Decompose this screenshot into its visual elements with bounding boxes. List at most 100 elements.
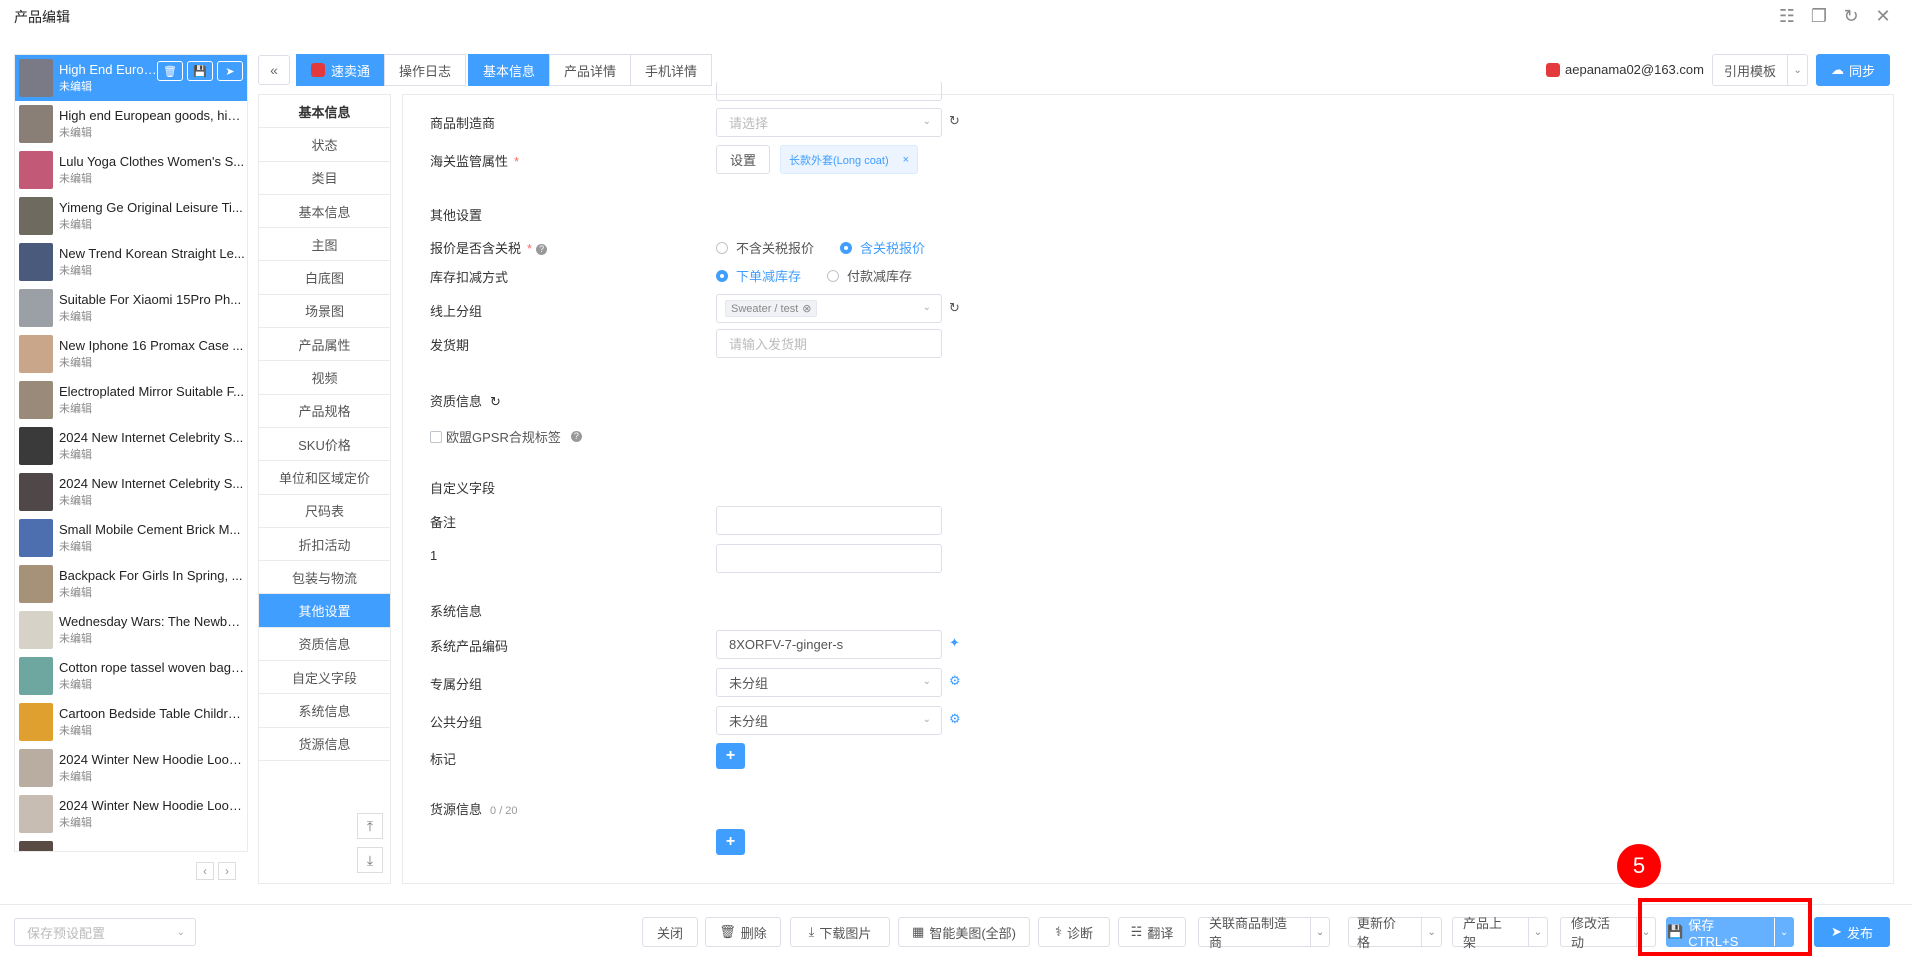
section-nav-item[interactable]: 基本信息 [259, 195, 390, 229]
close-button[interactable]: 关闭 [642, 917, 698, 947]
section-nav-item[interactable]: 自定义字段 [259, 661, 390, 695]
translate-button[interactable]: ☵ 翻译 [1118, 917, 1186, 947]
tab-product-detail[interactable]: 产品详情 [549, 54, 632, 86]
section-nav-item[interactable]: 白底图 [259, 261, 390, 295]
tab-mobile-detail[interactable]: 手机详情 [630, 54, 713, 86]
section-nav-item[interactable]: 尺码表 [259, 495, 390, 528]
add-mark-button[interactable]: + [716, 743, 745, 769]
section-nav-item[interactable]: 折扣活动 [259, 528, 390, 562]
private-group-select[interactable]: 未分组 ⌄ [716, 668, 942, 697]
send-icon[interactable]: ➤ [217, 61, 243, 81]
custom-one-input[interactable] [716, 544, 942, 573]
publish-button[interactable]: ➤ 发布 [1814, 917, 1890, 947]
gpsr-checkbox[interactable]: 欧盟GPSR合规标签? [430, 427, 582, 446]
product-list-item[interactable]: Yimeng Ge Original Leisure Ti... 未编辑 [15, 193, 247, 239]
product-list-item[interactable]: Lulu Yoga Clothes Women's S... 未编辑 [15, 147, 247, 193]
download-images-button[interactable]: ⤓ 下载图片 [790, 917, 890, 947]
template-dropdown[interactable]: 引用模板 ⌄ [1712, 54, 1808, 86]
customs-settings-button[interactable]: 设置 [716, 145, 770, 174]
update-price-button[interactable]: 更新价格 ⌄ [1348, 916, 1442, 950]
save-icon[interactable]: 💾 [187, 61, 213, 81]
section-nav-item[interactable]: 状态 [259, 128, 390, 162]
scroll-top-icon[interactable]: ⤒ [357, 813, 383, 839]
trash-icon[interactable]: 🗑 [157, 61, 183, 81]
manufacturer-refresh-icon[interactable]: ↻ [949, 113, 960, 129]
tab-sumaitong[interactable]: 速卖通 [296, 54, 386, 86]
section-nav-item[interactable]: 场景图 [259, 295, 390, 329]
section-nav-item[interactable]: 其他设置 [259, 594, 390, 628]
group-refresh-icon[interactable]: ↻ [949, 300, 960, 316]
product-list-item[interactable]: Wednesday Wars: The Newbe... 未编辑 [15, 607, 247, 653]
scroll-bottom-icon[interactable]: ⤓ [357, 847, 383, 873]
product-listing-button[interactable]: 产品上架 ⌄ [1452, 916, 1548, 950]
help-icon[interactable]: ? [570, 431, 582, 442]
link-manufacturer-button[interactable]: 关联商品制造商 ⌄ [1198, 916, 1330, 950]
product-list-item[interactable]: New Shiny Butterfly Necklace ... [15, 837, 247, 851]
restore-icon[interactable]: ☷ [1776, 5, 1798, 27]
section-nav-item[interactable]: 主图 [259, 228, 390, 262]
add-source-button[interactable]: + [716, 829, 745, 855]
section-nav-item[interactable]: 包装与物流 [259, 561, 390, 595]
maximize-icon[interactable]: ❐ [1808, 5, 1830, 27]
product-code-input[interactable]: 8XORFV-7-ginger-s [716, 630, 942, 659]
product-list-item[interactable]: 2024 New Internet Celebrity S... 未编辑 [15, 423, 247, 469]
manufacturer-select[interactable]: 请选择 ⌄ [716, 108, 942, 137]
chevron-down-icon[interactable]: ⌄ [1421, 918, 1441, 946]
section-nav-item[interactable]: 视频 [259, 361, 390, 395]
product-list-item[interactable]: 2024 Winter New Hoodie Loos... 未编辑 [15, 745, 247, 791]
product-list-item[interactable]: High end European goods, hig... 未编辑 [15, 101, 247, 147]
image-icon: ▦ [912, 924, 925, 939]
refresh-icon[interactable]: ↻ [1840, 5, 1862, 27]
close-icon[interactable]: × [903, 154, 909, 166]
public-group-select[interactable]: 未分组 ⌄ [716, 706, 942, 735]
section-nav-item[interactable]: 货源信息 [259, 728, 390, 761]
product-list-item[interactable]: Suitable For Xiaomi 15Pro Ph... 未编辑 [15, 285, 247, 331]
preset-config-select[interactable]: 保存预设配置 ⌄ [14, 918, 196, 946]
product-list-item[interactable]: Cotton rope tassel woven bag,... 未编辑 [15, 653, 247, 699]
delete-button[interactable]: 🗑 删除 [705, 917, 781, 947]
section-nav-item[interactable]: 单位和区域定价 [259, 461, 390, 495]
product-list-item[interactable]: Cartoon Bedside Table Childre... 未编辑 [15, 699, 247, 745]
product-list-item[interactable]: 2024 Winter New Hoodie Loos... 未编辑 [15, 791, 247, 837]
section-nav-item[interactable]: 资质信息 [259, 628, 390, 662]
product-thumbnail [19, 381, 53, 419]
product-status: 未编辑 [59, 265, 92, 277]
remark-input[interactable] [716, 506, 942, 535]
stock-radio-payment[interactable]: 付款减库存 [827, 266, 912, 285]
tax-radio-include[interactable]: 含关税报价 [840, 238, 925, 257]
product-list-item[interactable]: Small Mobile Cement Brick M... 未编辑 [15, 515, 247, 561]
chevron-down-icon[interactable]: ⌄ [1527, 918, 1547, 946]
section-nav-item[interactable]: 类目 [259, 162, 390, 195]
section-nav-item[interactable]: 产品规格 [259, 395, 390, 428]
section-nav-item[interactable]: 产品属性 [259, 328, 390, 362]
help-icon[interactable]: ? [536, 244, 548, 256]
tab-basic-info[interactable]: 基本信息 [468, 54, 551, 86]
product-list-item[interactable]: Backpack For Girls In Spring, ... 未编辑 [15, 561, 247, 607]
product-list-item[interactable]: Electroplated Mirror Suitable F... 未编辑 [15, 377, 247, 423]
stock-radio-order[interactable]: 下单减库存 [716, 266, 801, 285]
tab-operation-log[interactable]: 操作日志 [384, 54, 467, 86]
section-nav-item[interactable]: SKU价格 [259, 428, 390, 462]
gear-icon[interactable]: ⚙ [949, 711, 961, 727]
product-list-item[interactable]: New Trend Korean Straight Le... 未编辑 [15, 239, 247, 285]
product-list-item[interactable]: High End Europ... 未编辑 🗑 💾 ➤ [15, 55, 247, 101]
product-list-item[interactable]: New Iphone 16 Promax Case ... 未编辑 [15, 331, 247, 377]
tax-radio-exclude[interactable]: 不含关税报价 [716, 238, 814, 257]
collapse-button[interactable]: « [258, 55, 290, 85]
diagnose-button[interactable]: ⚕ 诊断 [1038, 917, 1110, 947]
ship-input[interactable]: 请输入发货期 [716, 329, 942, 358]
close-icon[interactable]: ✕ [1872, 5, 1894, 27]
product-list-item[interactable]: 2024 New Internet Celebrity S... 未编辑 [15, 469, 247, 515]
smart-beautify-button[interactable]: ▦ 智能美图(全部) [898, 917, 1030, 947]
chevron-down-icon[interactable]: ⌄ [1310, 918, 1329, 946]
chevron-down-icon: ⌄ [922, 302, 931, 313]
sync-button[interactable]: ☁ 同步 [1816, 54, 1890, 86]
section-nav-item[interactable]: 系统信息 [259, 694, 390, 728]
close-icon[interactable]: ⊗ [802, 302, 811, 315]
magic-wand-icon[interactable]: ✦ [949, 635, 960, 651]
online-group-select[interactable]: Sweater / test ⊗ ⌄ [716, 294, 942, 323]
prev-page-icon[interactable]: ‹ [196, 862, 214, 880]
refresh-icon[interactable]: ↻ [490, 394, 501, 409]
gear-icon[interactable]: ⚙ [949, 673, 961, 689]
next-page-icon[interactable]: › [218, 862, 236, 880]
